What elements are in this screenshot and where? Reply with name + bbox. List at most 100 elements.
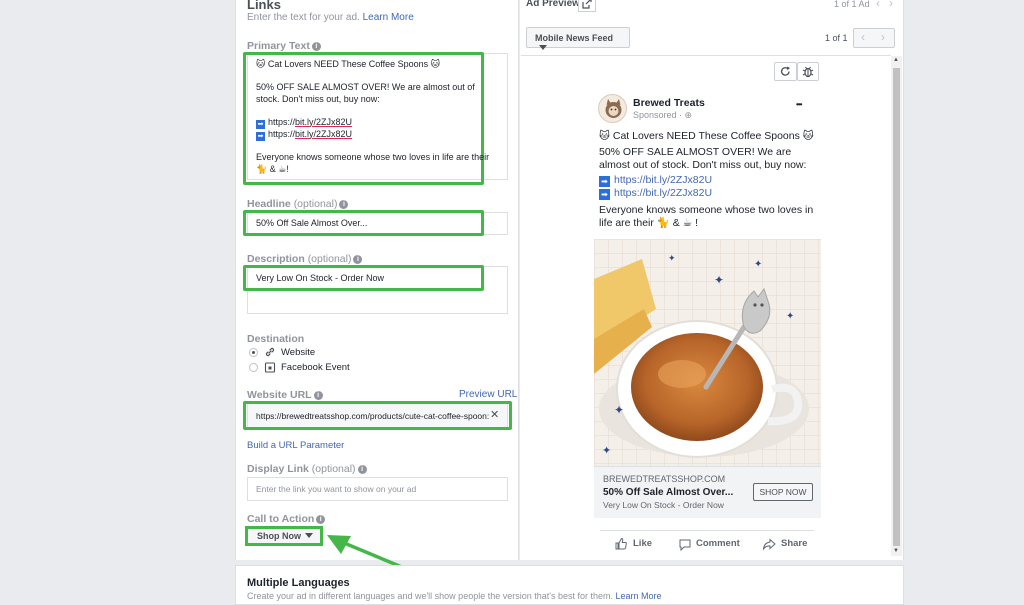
- destination-website-label: Website: [281, 347, 316, 358]
- link-prefix: https://: [268, 116, 296, 127]
- cat-emoji-icon: 🐈: [256, 163, 268, 174]
- svg-text:✦: ✦: [668, 254, 676, 264]
- call-to-action-dropdown[interactable]: Shop Now: [245, 526, 323, 546]
- caret-down-icon: [305, 533, 313, 538]
- post-link-2[interactable]: https://bit.ly/2ZJx82U: [614, 187, 712, 199]
- prev-preview-icon[interactable]: ‹: [861, 30, 865, 44]
- description-label: Description (optional) i: [247, 253, 363, 265]
- page-name[interactable]: Brewed Treats: [633, 97, 705, 109]
- divider: [521, 55, 891, 56]
- display-link-optional: (optional): [311, 463, 356, 475]
- destination-label: Destination: [247, 333, 305, 345]
- info-icon[interactable]: i: [311, 41, 321, 51]
- preview-pager: ‹ ›: [853, 28, 895, 48]
- post-line-4: Everyone knows someone whose two loves i…: [599, 204, 814, 216]
- svg-text:✦: ✦: [786, 311, 794, 322]
- short-link-1: bit.ly/2ZJx82U: [295, 116, 353, 127]
- destination-facebook-event-label: Facebook Event: [281, 362, 350, 373]
- next-preview-icon[interactable]: ›: [881, 30, 885, 44]
- display-link-label: Display Link (optional) i: [247, 463, 367, 475]
- info-icon[interactable]: i: [339, 199, 349, 209]
- headline-value: 50% Off Sale Almost Over...: [256, 218, 368, 228]
- globe-icon: ⊕: [684, 110, 693, 120]
- post-link-1[interactable]: https://bit.ly/2ZJx82U: [614, 174, 712, 186]
- preview-count: 1 of 1: [825, 33, 848, 43]
- links-subtitle: Enter the text for your ad. Learn More: [247, 12, 414, 23]
- build-url-parameter-link[interactable]: Build a URL Parameter: [247, 440, 344, 451]
- prev-ad-top-icon[interactable]: ‹: [876, 0, 880, 10]
- primary-text-line-1: Cat Lovers NEED These Coffee Spoons: [267, 59, 429, 69]
- right-arrow-icon: ➡: [599, 189, 610, 200]
- placement-value: Mobile News Feed: [535, 33, 614, 43]
- share-button[interactable]: Share: [781, 538, 807, 549]
- shop-now-button[interactable]: SHOP NOW: [753, 483, 813, 501]
- open-external-button[interactable]: [578, 0, 596, 12]
- post-line-5: life are their: [599, 217, 654, 229]
- post-line-3: almost out of stock. Don't miss out, buy…: [599, 159, 807, 171]
- sponsored-text: Sponsored: [633, 110, 677, 120]
- ad-image[interactable]: ✦ ✦ ✦ ✦ ✦ ✦: [594, 239, 821, 466]
- refresh-icon: [781, 66, 790, 76]
- headline-label-text: Headline: [247, 198, 291, 210]
- website-url-label-text: Website URL: [247, 389, 312, 401]
- bug-icon: [802, 66, 814, 78]
- cat-emoji-icon: 🐈: [656, 217, 670, 229]
- svg-text:✦: ✦: [714, 273, 724, 287]
- svg-text:✦: ✦: [614, 403, 624, 417]
- ad-preview-title: Ad Preview: [526, 0, 580, 9]
- refresh-button[interactable]: [774, 62, 797, 81]
- share-icon: [762, 538, 776, 551]
- scrollbar-thumb[interactable]: [893, 68, 900, 546]
- info-icon[interactable]: i: [353, 254, 363, 264]
- calendar-icon: [264, 362, 276, 373]
- post-exclaim: !: [695, 217, 698, 229]
- link-card-headline: 50% Off Sale Almost Over...: [603, 487, 734, 498]
- info-icon[interactable]: i: [357, 464, 367, 474]
- description-optional: (optional): [307, 253, 352, 265]
- links-learn-more-link[interactable]: Learn More: [363, 12, 414, 23]
- multiple-languages-subtitle: Create your ad in different languages an…: [247, 591, 662, 601]
- like-button[interactable]: Like: [633, 538, 652, 549]
- ad-count-top: 1 of 1 Ad: [834, 0, 870, 9]
- clear-url-icon[interactable]: ✕: [490, 408, 499, 421]
- multiple-languages-subtitle-text: Create your ad in different languages an…: [247, 591, 613, 601]
- link-icon: [265, 347, 275, 357]
- cta-label: Call to Action i: [247, 513, 326, 525]
- display-link-placeholder: Enter the link you want to show on your …: [256, 484, 417, 494]
- primary-text-line-3: stock. Don't miss out, buy now:: [256, 93, 380, 104]
- cta-label-text: Call to Action: [247, 513, 315, 525]
- website-url-value: https://brewedtreatsshop.com/products/cu…: [256, 411, 489, 421]
- coffee-emoji-icon: ☕: [682, 217, 693, 229]
- link-prefix: https://: [268, 128, 296, 139]
- primary-text-label-text: Primary Text: [247, 40, 310, 52]
- display-link-label-text: Display Link: [247, 463, 309, 475]
- headline-optional: (optional): [293, 198, 338, 210]
- post-line-2: 50% OFF SALE ALMOST OVER! We are: [599, 146, 792, 158]
- multiple-languages-title: Multiple Languages: [247, 577, 350, 589]
- website-url-label: Website URL i: [247, 389, 323, 401]
- primary-text-label: Primary Text i: [247, 40, 321, 52]
- page-avatar[interactable]: [598, 94, 627, 123]
- info-icon[interactable]: i: [316, 514, 326, 524]
- scroll-down-icon[interactable]: ▼: [893, 548, 899, 554]
- cat-face-emoji-icon: 🐱: [599, 130, 610, 142]
- like-icon: [615, 537, 627, 550]
- scroll-up-icon[interactable]: ▲: [893, 57, 899, 63]
- next-ad-top-icon[interactable]: ›: [889, 0, 893, 10]
- primary-text-line-last-1: Everyone knows someone whose two loves i…: [256, 152, 490, 162]
- info-icon[interactable]: i: [313, 390, 323, 400]
- comment-button[interactable]: Comment: [696, 538, 740, 549]
- more-options-icon[interactable]: •••: [796, 100, 802, 109]
- radio-website[interactable]: [249, 348, 258, 357]
- preview-scrollbar[interactable]: ▲ ▼: [891, 56, 902, 556]
- preview-url-link[interactable]: Preview URL: [459, 389, 517, 400]
- description-label-text: Description: [247, 253, 305, 265]
- radio-facebook-event[interactable]: [249, 363, 258, 372]
- post-line-1: Cat Lovers NEED These Coffee Spoons: [612, 130, 800, 142]
- placement-dropdown[interactable]: Mobile News Feed: [526, 27, 630, 50]
- link-card-domain: BREWEDTREATSSHOP.COM: [603, 474, 726, 484]
- multiple-languages-learn-more-link[interactable]: Learn More: [616, 591, 662, 601]
- report-bug-button[interactable]: [797, 62, 819, 81]
- cta-value: Shop Now: [257, 531, 301, 541]
- primary-text-line-last-2: &: [269, 163, 279, 174]
